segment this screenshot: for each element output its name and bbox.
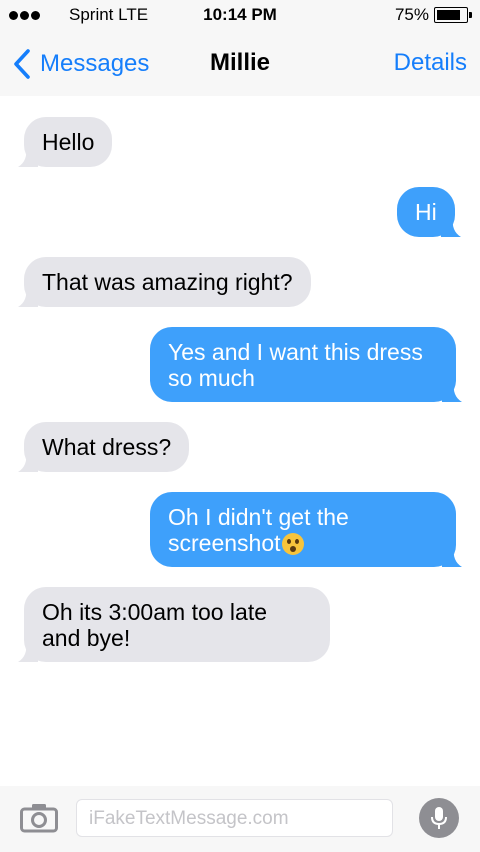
bubble-tail xyxy=(18,147,38,167)
message-text: That was amazing right? xyxy=(42,269,293,295)
bubble-tail xyxy=(442,382,462,402)
message-text-line: and bye! xyxy=(42,625,131,651)
message-text-line: Yes and I want this dress xyxy=(168,339,423,365)
message-input-bar: iFakeTextMessage.com xyxy=(0,786,480,852)
status-bar: Sprint LTE 10:14 PM 75% xyxy=(0,0,480,32)
battery-icon xyxy=(434,7,472,23)
message-text: Hi xyxy=(415,199,437,225)
navigation-bar: Messages Millie Details xyxy=(0,32,480,96)
message-text-line: so much xyxy=(168,365,255,391)
battery-percentage: 75% xyxy=(394,5,429,24)
hushed-face-emoji-icon xyxy=(281,533,304,555)
bubble-tail xyxy=(18,452,38,472)
incoming-message[interactable]: Oh its 3:00am too late and bye! xyxy=(18,587,330,662)
microphone-button[interactable] xyxy=(419,798,459,838)
outgoing-message[interactable]: Hi xyxy=(397,187,461,237)
incoming-message[interactable]: What dress? xyxy=(18,422,190,472)
bubble-tail xyxy=(440,217,461,237)
message-text-line: Oh its 3:00am too late xyxy=(42,599,268,625)
message-text-line: screenshot xyxy=(168,530,438,556)
message-text: What dress? xyxy=(42,434,172,460)
microphone-icon xyxy=(431,807,447,829)
message-input[interactable]: iFakeTextMessage.com xyxy=(76,799,393,837)
message-text-line: Oh I didn't get the xyxy=(168,504,349,530)
outgoing-message[interactable]: Yes and I want this dress so much xyxy=(150,327,462,402)
message-text: Hello xyxy=(42,129,95,155)
details-button[interactable]: Details xyxy=(394,49,467,77)
bubble-tail xyxy=(18,642,38,662)
bubble-tail xyxy=(18,287,38,307)
incoming-message[interactable]: That was amazing right? xyxy=(18,257,311,307)
outgoing-message[interactable]: Oh I didn't get the screenshot xyxy=(150,492,462,567)
incoming-message[interactable]: Hello xyxy=(18,117,113,167)
bubble-tail xyxy=(442,547,462,567)
message-text: screenshot xyxy=(168,530,281,556)
camera-icon[interactable] xyxy=(20,803,58,833)
